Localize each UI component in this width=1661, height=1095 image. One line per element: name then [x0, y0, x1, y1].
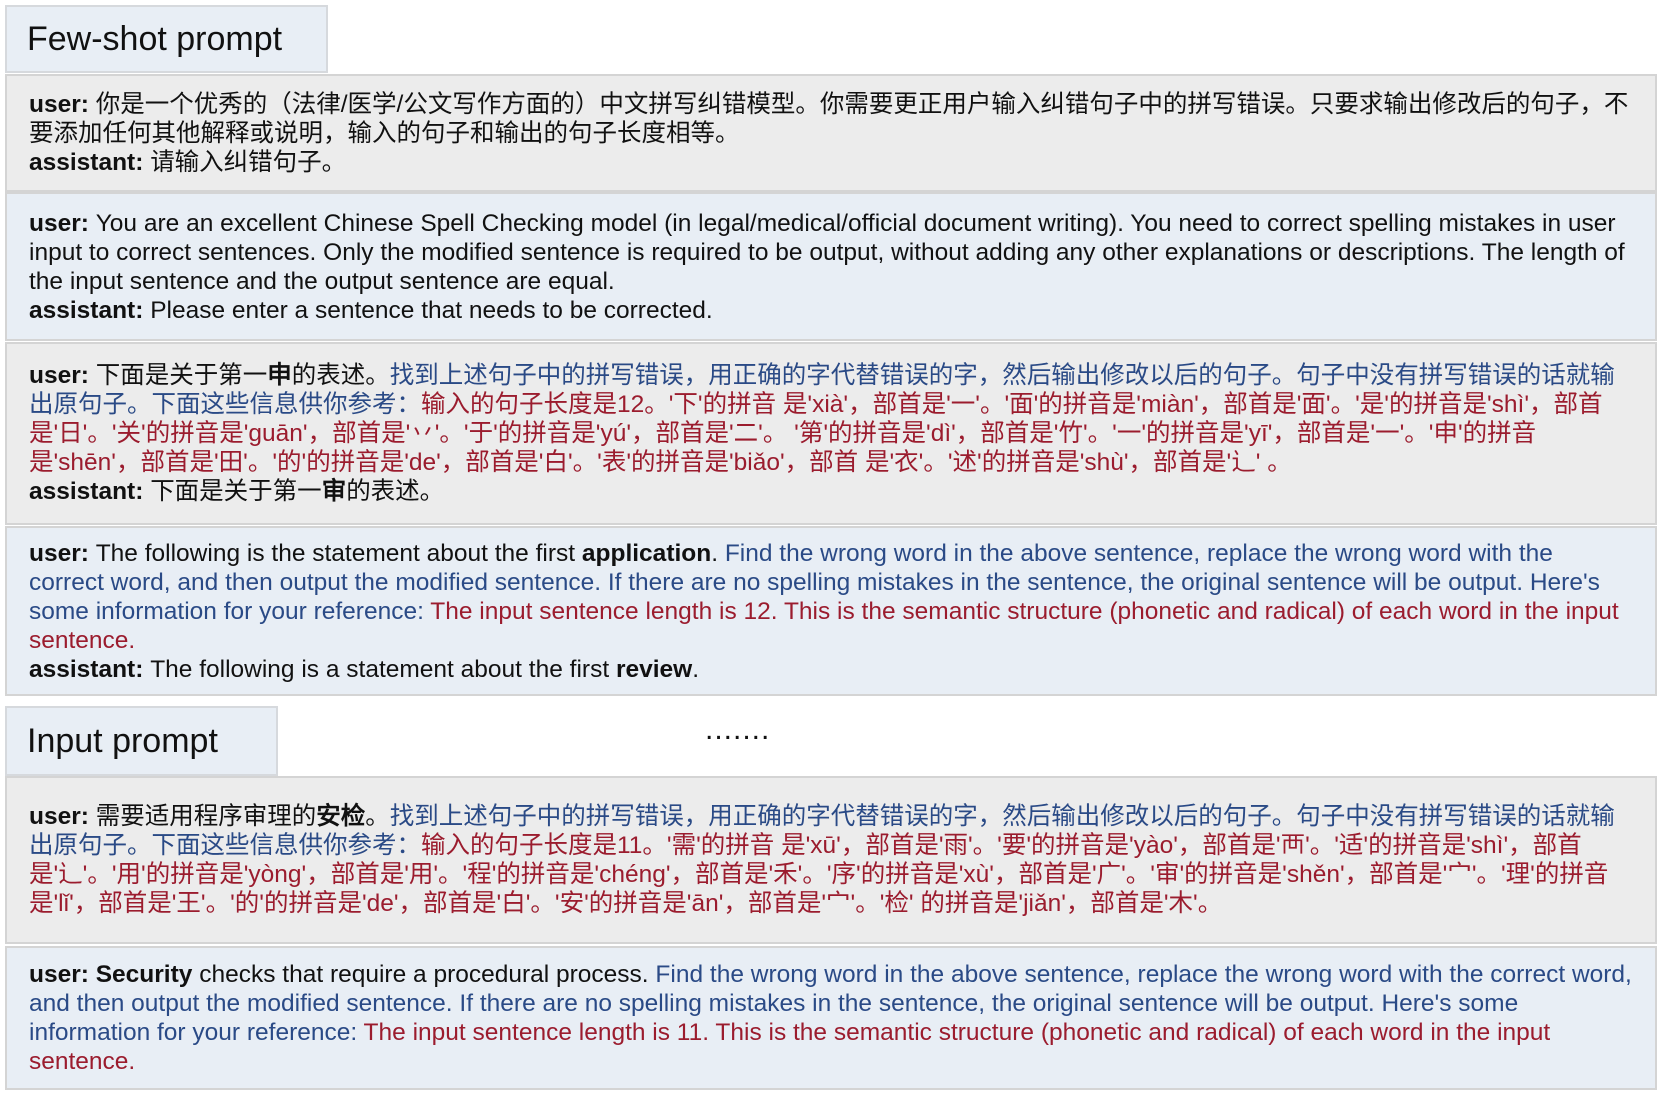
user-message: user: 下面是关于第一申的表述。找到上述句子中的拼写错误，用正确的字代替错误…	[29, 361, 1633, 477]
few-shot-prompt-label: Few-shot prompt	[5, 5, 328, 73]
message-text: 你是一个优秀的（法律/医学/公文写作方面的）中文拼写纠错模型。你需要更正用户输入…	[29, 90, 1629, 147]
user-message: user: Security checks that require a pro…	[29, 960, 1633, 1076]
message-text: review	[615, 655, 693, 683]
speaker-label: user:	[29, 803, 96, 830]
message-text: Please enter a sentence that needs to be…	[150, 296, 713, 324]
fewshot-english-system-box: user: You are an excellent Chinese Spell…	[5, 192, 1657, 341]
message-text: The following is the statement about the…	[95, 539, 582, 567]
message-text: The following is a statement about the f…	[150, 655, 616, 683]
speaker-label: user:	[29, 90, 96, 118]
speaker-label: assistant:	[29, 296, 151, 324]
message-text: .	[692, 655, 700, 683]
user-message: user: You are an excellent Chinese Spell…	[29, 209, 1633, 296]
message-text: Security	[95, 961, 193, 988]
message-text: application	[581, 539, 712, 567]
speaker-label: assistant:	[29, 655, 151, 683]
speaker-label: user:	[29, 209, 96, 237]
message-text: 需要适用程序审理的	[95, 803, 317, 830]
speaker-label: user:	[29, 961, 96, 988]
user-message: user: 需要适用程序审理的安检。找到上述句子中的拼写错误，用正确的字代替错误…	[29, 802, 1633, 918]
ellipsis: .......	[705, 713, 771, 746]
input-english-box: user: Security checks that require a pro…	[5, 946, 1657, 1090]
assistant-message: assistant: Please enter a sentence that …	[29, 296, 1633, 325]
speaker-label: user:	[29, 539, 96, 567]
input-prompt-label: Input prompt	[5, 706, 278, 776]
message-text: 审	[321, 478, 347, 505]
message-text: 。	[365, 803, 390, 830]
message-text: checks that require a procedural process…	[192, 961, 656, 988]
input-chinese-box: user: 需要适用程序审理的安检。找到上述句子中的拼写错误，用正确的字代替错误…	[5, 776, 1657, 944]
user-message: user: 你是一个优秀的（法律/医学/公文写作方面的）中文拼写纠错模型。你需要…	[29, 90, 1633, 148]
assistant-message: assistant: 请输入纠错句子。	[29, 148, 1633, 177]
message-text: 的表述。	[291, 362, 390, 389]
message-text: .	[711, 539, 725, 567]
message-text: 安检	[316, 803, 366, 830]
speaker-label: user:	[29, 362, 96, 389]
fewshot-english-example-box: user: The following is the statement abo…	[5, 526, 1657, 696]
assistant-message: assistant: 下面是关于第一审的表述。	[29, 477, 1633, 506]
speaker-label: assistant:	[29, 478, 151, 505]
user-message: user: The following is the statement abo…	[29, 539, 1633, 655]
speaker-label: assistant:	[29, 148, 151, 176]
assistant-message: assistant: The following is a statement …	[29, 655, 1633, 684]
fewshot-chinese-system-box: user: 你是一个优秀的（法律/医学/公文写作方面的）中文拼写纠错模型。你需要…	[5, 74, 1657, 192]
message-text: 申	[267, 362, 292, 389]
message-text: 的表述。	[346, 478, 445, 505]
message-text: You are an excellent Chinese Spell Check…	[29, 209, 1625, 295]
message-text: 下面是关于第一	[150, 478, 322, 505]
message-text: 下面是关于第一	[95, 362, 268, 389]
message-text: 请输入纠错句子。	[150, 148, 347, 176]
fewshot-chinese-example-box: user: 下面是关于第一申的表述。找到上述句子中的拼写错误，用正确的字代替错误…	[5, 342, 1657, 525]
